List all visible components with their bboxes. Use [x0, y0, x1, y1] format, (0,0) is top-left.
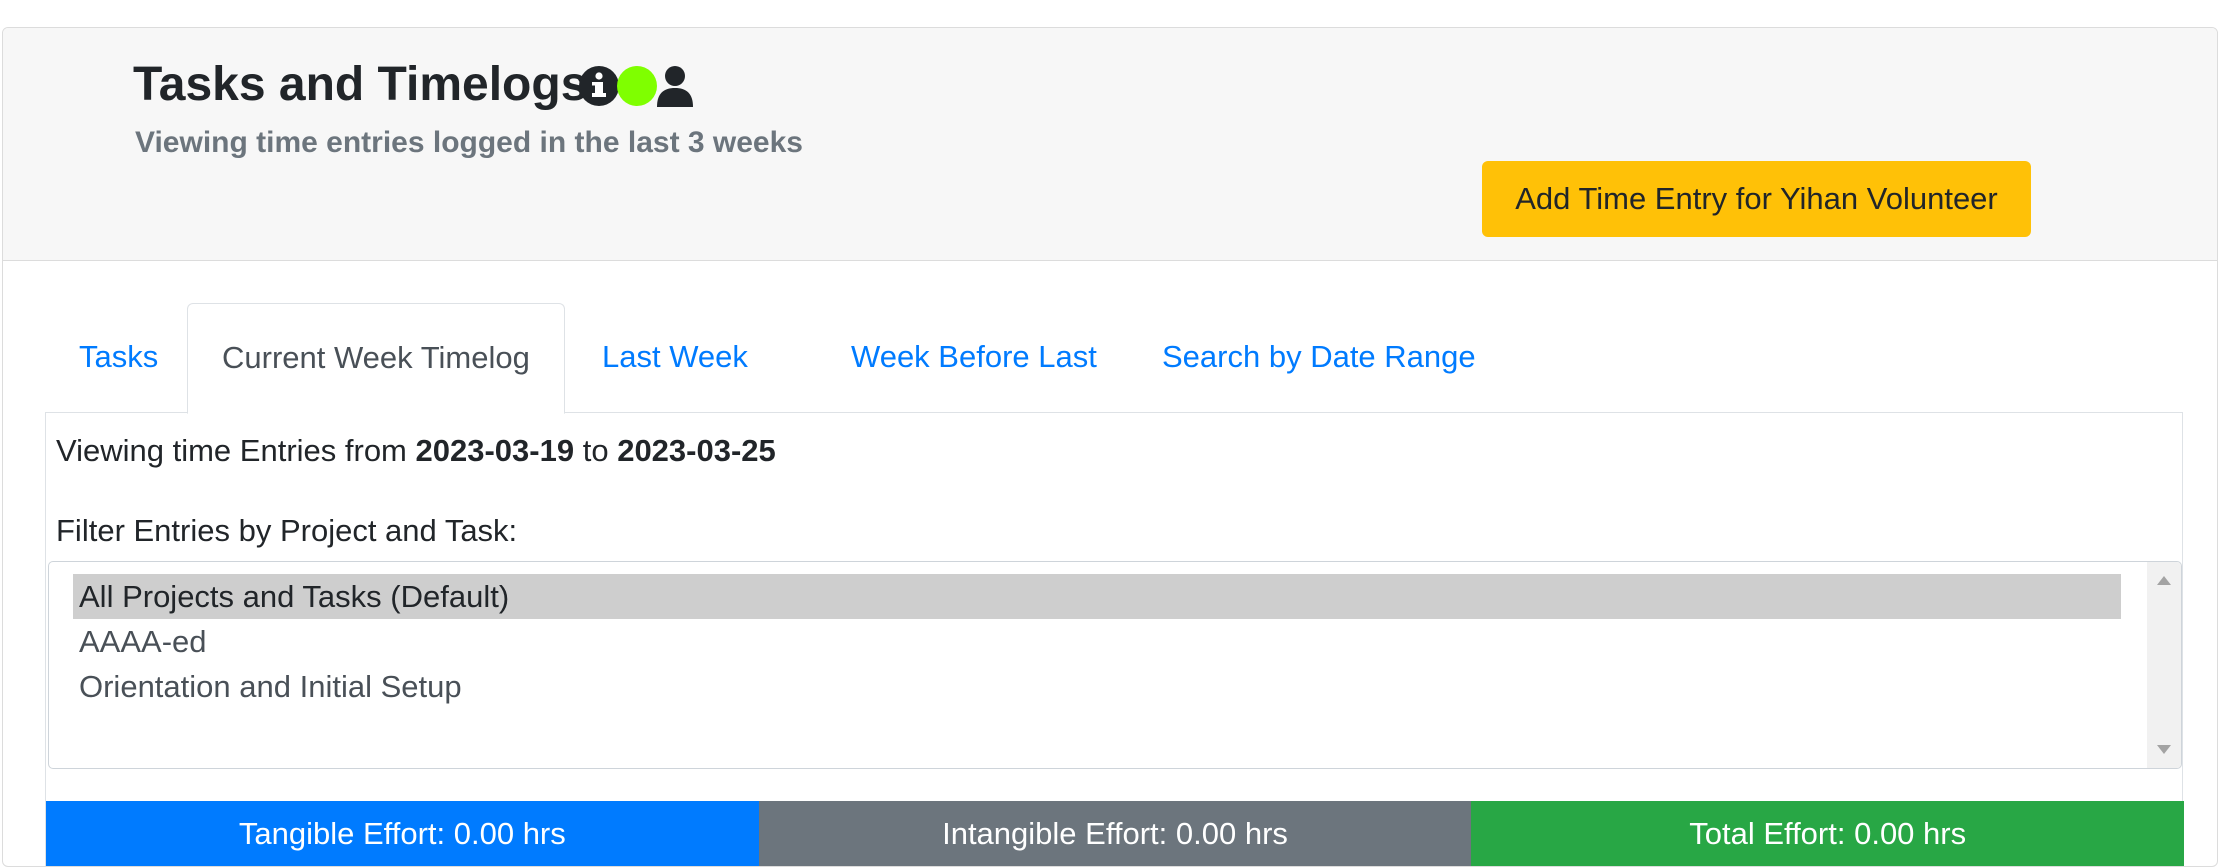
date-connector: to — [582, 433, 609, 468]
total-effort: Total Effort: 0.00 hrs — [1471, 801, 2185, 866]
option-aaaa-ed[interactable]: AAAA-ed — [73, 619, 2121, 664]
viewing-prefix: Viewing time Entries from — [56, 433, 407, 468]
tab-tasks[interactable]: Tasks — [45, 303, 192, 413]
scroll-down-icon[interactable] — [2157, 745, 2171, 754]
intangible-effort: Intangible Effort: 0.00 hrs — [758, 801, 1472, 866]
project-task-filter-select[interactable]: All Projects and Tasks (Default) AAAA-ed… — [48, 561, 2182, 769]
option-all-projects[interactable]: All Projects and Tasks (Default) — [73, 574, 2121, 619]
page-title: Tasks and Timelogs — [133, 58, 588, 111]
card-header: Tasks and Timelogs Viewing time entries … — [3, 28, 2217, 261]
date-range-text: Viewing time Entries from 2023-03-19 to … — [56, 433, 776, 469]
page-subtitle: Viewing time entries logged in the last … — [135, 126, 803, 159]
effort-summary-bar: Tangible Effort: 0.00 hrs Intangible Eff… — [46, 801, 2185, 866]
listbox-scrollbar[interactable] — [2147, 562, 2181, 768]
add-time-entry-button[interactable]: Add Time Entry for Yihan Volunteer — [1482, 161, 2031, 237]
tab-last-week[interactable]: Last Week — [568, 303, 782, 413]
title-icons — [578, 63, 693, 109]
tab-current-week-timelog[interactable]: Current Week Timelog — [187, 303, 565, 414]
start-date: 2023-03-19 — [415, 433, 575, 468]
current-week-pane: Viewing time Entries from 2023-03-19 to … — [45, 413, 2185, 866]
tangible-effort: Tangible Effort: 0.00 hrs — [46, 801, 759, 866]
scroll-up-icon[interactable] — [2157, 576, 2171, 585]
status-dot-icon — [616, 65, 658, 107]
timelog-card: Tasks and Timelogs Viewing time entries … — [2, 27, 2218, 867]
tab-bar: Tasks Current Week Timelog Last Week Wee… — [45, 303, 2183, 414]
user-icon[interactable] — [654, 65, 696, 107]
tab-week-before-last[interactable]: Week Before Last — [817, 303, 1131, 413]
info-circle-icon[interactable] — [578, 65, 620, 107]
tab-search-by-date-range[interactable]: Search by Date Range — [1128, 303, 1510, 413]
filter-label: Filter Entries by Project and Task: — [56, 513, 518, 548]
end-date: 2023-03-25 — [617, 433, 776, 468]
option-orientation-setup[interactable]: Orientation and Initial Setup — [73, 664, 2121, 709]
